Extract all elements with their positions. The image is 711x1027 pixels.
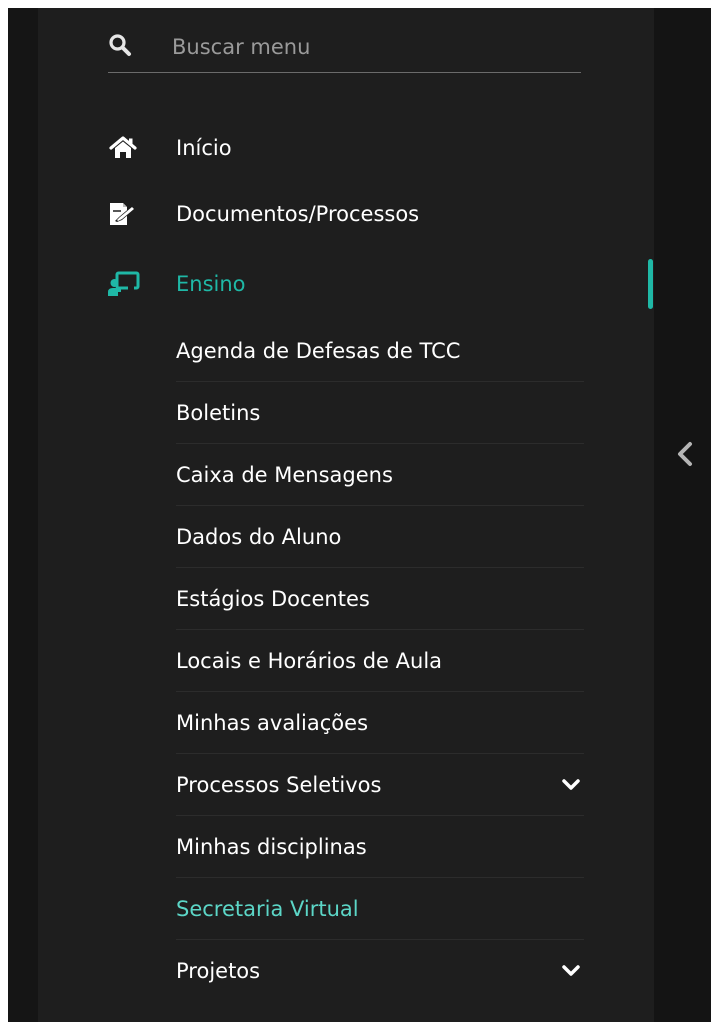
left-edge-strip bbox=[8, 8, 38, 1022]
chevron-left-icon bbox=[676, 441, 694, 471]
document-edit-icon bbox=[108, 200, 148, 228]
menu-item-inicio[interactable]: Início bbox=[108, 124, 588, 172]
chevron-down-icon[interactable] bbox=[560, 960, 582, 982]
submenu-item-label: Projetos bbox=[176, 959, 261, 983]
submenu-item-estagios-docentes[interactable]: Estágios Docentes bbox=[176, 568, 584, 630]
menu-item-label: Ensino bbox=[176, 272, 246, 296]
submenu-item-label: Boletins bbox=[176, 400, 261, 425]
search-icon bbox=[108, 33, 132, 57]
submenu-item-label: Locais e Horários de Aula bbox=[176, 648, 443, 673]
submenu-item-label: Estágios Docentes bbox=[176, 586, 370, 611]
search-box bbox=[108, 30, 581, 73]
submenu-item-projetos[interactable]: Projetos bbox=[176, 940, 584, 1002]
chalkboard-teacher-icon bbox=[108, 270, 148, 298]
submenu-item-label: Secretaria Virtual bbox=[176, 896, 359, 921]
app-window: Início Documentos/Processos Ensino bbox=[0, 0, 711, 1027]
menu-item-ensino[interactable]: Ensino bbox=[108, 260, 588, 308]
ensino-submenu: Agenda de Defesas de TCC Boletins Caixa … bbox=[176, 320, 584, 1002]
submenu-item-label: Minhas disciplinas bbox=[176, 834, 367, 859]
submenu-item-locais-horarios-aula[interactable]: Locais e Horários de Aula bbox=[176, 630, 584, 692]
submenu-item-label: Agenda de Defesas de TCC bbox=[176, 338, 461, 363]
submenu-item-label: Caixa de Mensagens bbox=[176, 462, 393, 487]
submenu-item-dados-aluno[interactable]: Dados do Aluno bbox=[176, 506, 584, 568]
submenu-item-processos-seletivos[interactable]: Processos Seletivos bbox=[176, 754, 584, 816]
active-section-indicator bbox=[648, 259, 653, 309]
submenu-item-agenda-defesas-tcc[interactable]: Agenda de Defesas de TCC bbox=[176, 320, 584, 382]
content-panel bbox=[654, 8, 711, 1022]
collapse-sidebar-button[interactable] bbox=[670, 436, 700, 476]
submenu-item-minhas-avaliacoes[interactable]: Minhas avaliações bbox=[176, 692, 584, 754]
home-icon bbox=[108, 134, 148, 162]
submenu-item-boletins[interactable]: Boletins bbox=[176, 382, 584, 444]
menu-item-label: Documentos/Processos bbox=[176, 202, 420, 226]
menu-item-label: Início bbox=[176, 136, 232, 160]
submenu-item-secretaria-virtual[interactable]: Secretaria Virtual bbox=[176, 878, 584, 940]
submenu-item-caixa-mensagens[interactable]: Caixa de Mensagens bbox=[176, 444, 584, 506]
menu-item-documentos-processos[interactable]: Documentos/Processos bbox=[108, 190, 588, 238]
search-input[interactable] bbox=[172, 30, 572, 64]
submenu-item-label: Processos Seletivos bbox=[176, 772, 382, 797]
submenu-item-minhas-disciplinas[interactable]: Minhas disciplinas bbox=[176, 816, 584, 878]
submenu-item-label: Dados do Aluno bbox=[176, 524, 342, 549]
chevron-down-icon[interactable] bbox=[560, 774, 582, 796]
submenu-item-label: Minhas avaliações bbox=[176, 710, 369, 735]
